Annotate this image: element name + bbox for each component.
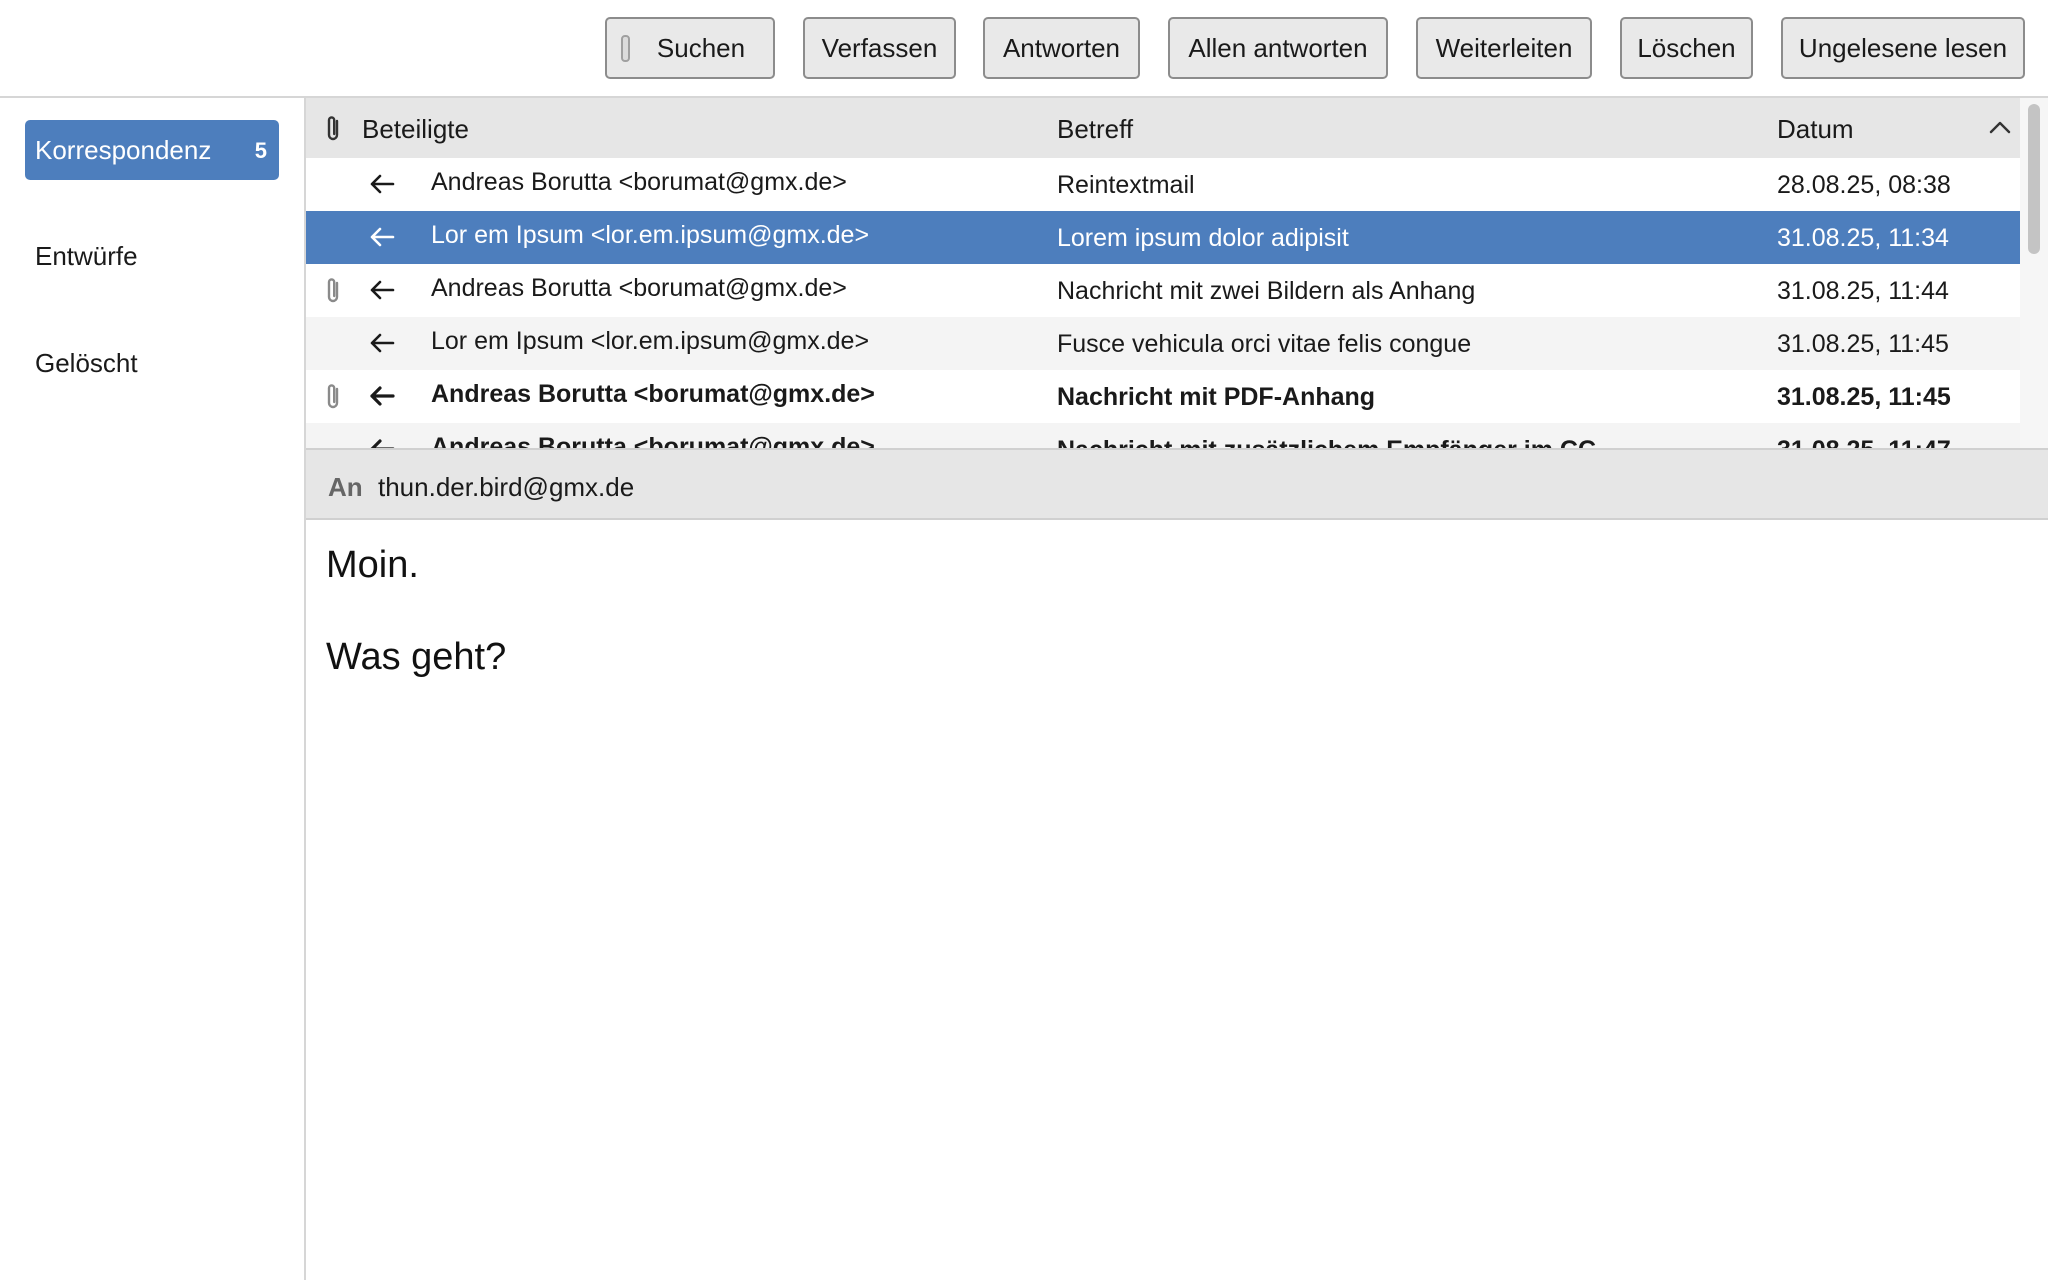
folder-label: Gelöscht (35, 347, 138, 378)
delete-button-label: Löschen (1637, 32, 1736, 63)
row-date: 31.08.25, 11:45 (1777, 383, 1951, 411)
search-button-label: Suchen (656, 32, 746, 63)
read-unread-button-label: Ungelesene lesen (1798, 32, 2008, 63)
arrow-left-icon (370, 280, 395, 300)
folder-label: Korrespondenz (35, 134, 212, 165)
read-unread-button[interactable]: Ungelesene lesen (1781, 17, 2025, 79)
table-row[interactable]: Andreas Borutta <borumat@gmx.de> Reintex… (306, 158, 2020, 211)
arrow-left-icon (370, 174, 395, 194)
table-row-unread[interactable]: Andreas Borutta <borumat@gmx.de> Nachric… (306, 370, 2020, 423)
reply-all-button[interactable]: Allen antworten (1168, 17, 1388, 79)
chevron-up-icon[interactable] (1988, 118, 2012, 136)
arrow-left-icon (370, 439, 395, 448)
message-list-header: Beteiligte Betreff Datum (306, 98, 2020, 158)
table-row-unread[interactable]: Andreas Borutta <borumat@gmx.de> Nachric… (306, 423, 2020, 450)
row-subject: Nachricht mit PDF-Anhang (1057, 383, 1376, 411)
forward-button[interactable]: Weiterleiten (1416, 17, 1592, 79)
toolbar: Suchen Verfassen Antworten Allen antwort… (0, 0, 2048, 98)
arrow-left-icon (370, 386, 395, 406)
body-line: Was geht? (326, 636, 507, 678)
message-header: An thun.der.bird@gmx.de (306, 450, 2048, 520)
row-participants: Andreas Borutta <borumat@gmx.de> (431, 380, 875, 408)
row-participants: Andreas Borutta <borumat@gmx.de> (431, 168, 847, 196)
delete-button[interactable]: Löschen (1620, 17, 1753, 79)
folder-label: Entwürfe (35, 240, 138, 271)
row-participants: Andreas Borutta <borumat@gmx.de> (431, 433, 875, 450)
row-participants: Lor em Ipsum <lor.em.ipsum@gmx.de> (431, 221, 870, 249)
folder-entwuerfe[interactable]: Entwürfe (25, 226, 279, 286)
search-button[interactable]: Suchen (605, 17, 775, 79)
table-row[interactable]: Andreas Borutta <borumat@gmx.de> Nachric… (306, 264, 2020, 317)
row-participants: Lor em Ipsum <lor.em.ipsum@gmx.de> (431, 327, 870, 355)
compose-button[interactable]: Verfassen (803, 17, 956, 79)
column-header-subject[interactable]: Betreff (1057, 114, 1133, 145)
message-list-scrollbar[interactable] (2020, 98, 2048, 448)
arrow-left-icon (370, 333, 395, 353)
paperclip-icon (327, 278, 339, 303)
row-date: 31.08.25, 11:34 (1777, 224, 1949, 252)
body-line: Moin. (326, 544, 419, 586)
reply-all-button-label: Allen antworten (1188, 32, 1368, 63)
search-handle-icon (621, 35, 630, 62)
row-date: 31.08.25, 11:47 (1777, 436, 1951, 450)
folder-sidebar: Korrespondenz 5 Entwürfe Gelöscht (0, 98, 306, 1280)
arrow-left-icon (370, 227, 395, 247)
message-list: Beteiligte Betreff Datum Andreas Borutta… (306, 98, 2048, 450)
folder-korrespondenz[interactable]: Korrespondenz 5 (25, 120, 279, 180)
row-subject: Nachricht mit zwei Bildern als Anhang (1057, 277, 1476, 305)
row-date: 31.08.25, 11:45 (1777, 330, 1949, 358)
compose-button-label: Verfassen (821, 32, 938, 63)
reply-button[interactable]: Antworten (983, 17, 1140, 79)
scrollbar-thumb[interactable] (2028, 104, 2040, 254)
table-row[interactable]: Lor em Ipsum <lor.em.ipsum@gmx.de> Fusce… (306, 317, 2020, 370)
paperclip-icon[interactable] (322, 114, 344, 144)
table-row-selected[interactable]: Lor em Ipsum <lor.em.ipsum@gmx.de> Lorem… (306, 211, 2020, 264)
paperclip-icon (327, 384, 339, 409)
row-subject: Fusce vehicula orci vitae felis congue (1057, 330, 1472, 358)
folder-geloescht[interactable]: Gelöscht (25, 333, 279, 393)
message-body: Moin. Was geht? (306, 520, 2048, 1280)
column-header-date[interactable]: Datum (1777, 114, 1854, 145)
row-participants: Andreas Borutta <borumat@gmx.de> (431, 274, 847, 302)
row-subject: Nachricht mit zusätzlichem Empfänger im … (1057, 436, 1597, 450)
column-header-participants[interactable]: Beteiligte (362, 114, 469, 145)
reply-button-label: Antworten (1002, 32, 1121, 63)
row-date: 28.08.25, 08:38 (1777, 171, 1951, 199)
row-date: 31.08.25, 11:44 (1777, 277, 1949, 305)
forward-button-label: Weiterleiten (1435, 32, 1573, 63)
row-subject: Lorem ipsum dolor adipisit (1057, 224, 1349, 252)
to-label: An (328, 472, 363, 502)
to-address[interactable]: thun.der.bird@gmx.de (378, 472, 634, 503)
row-subject: Reintextmail (1057, 171, 1195, 199)
unread-count-badge: 5 (254, 138, 267, 163)
